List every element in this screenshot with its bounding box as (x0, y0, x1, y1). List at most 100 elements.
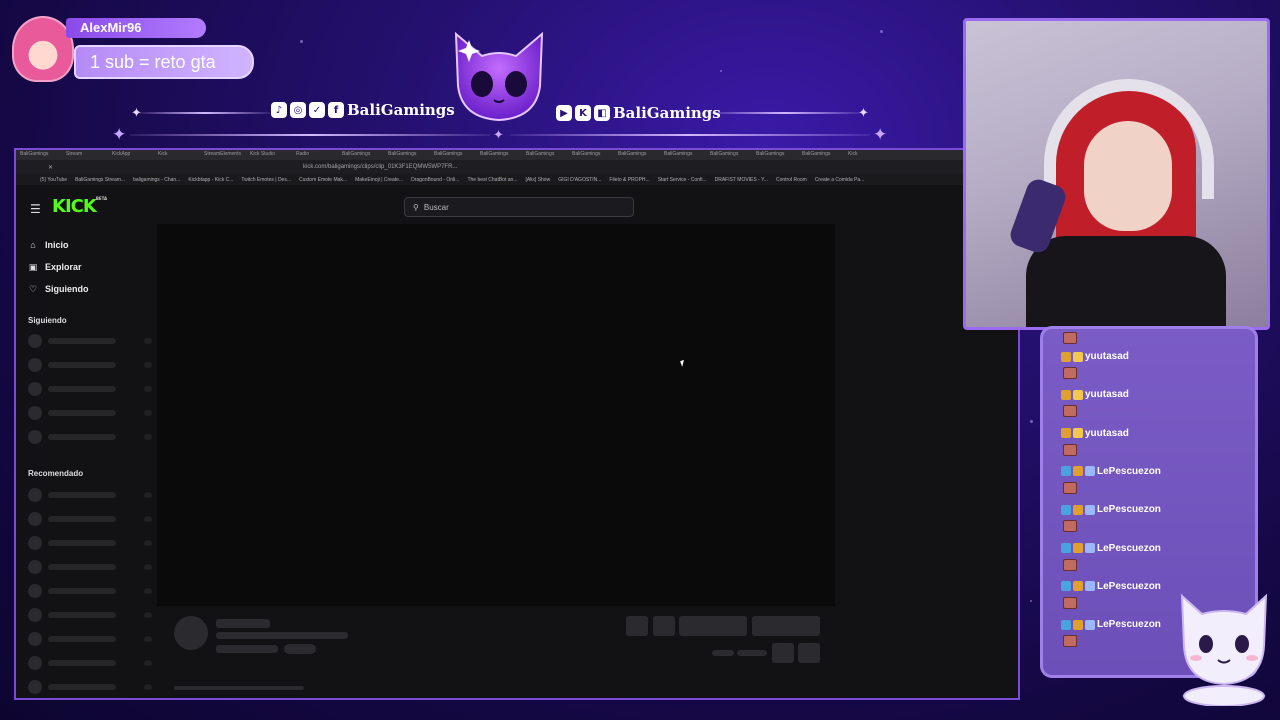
sidebar-item-explorar[interactable]: ▣ Explorar (28, 256, 89, 278)
chat-badge-icon (1085, 619, 1095, 630)
sidebar-item-inicio[interactable]: ⌂ Inicio (28, 234, 89, 256)
browser-tab[interactable]: Kick Studio (250, 151, 294, 159)
chat-message: LePescuezon (1061, 543, 1161, 554)
browser-tab[interactable]: BaliGamings (388, 151, 432, 159)
address-url[interactable]: kick.com/baligamings/clips/clip_01K3F1EQ… (303, 164, 457, 170)
channel-placeholder (28, 334, 152, 348)
menu-icon[interactable]: ☰ (30, 202, 41, 216)
skeleton-block (144, 492, 152, 498)
twitter-icon: ✓ (309, 102, 325, 118)
skeleton-block (28, 680, 42, 694)
skeleton-block (28, 656, 42, 670)
browser-tab[interactable]: BaliGamings (342, 151, 386, 159)
banner-line (510, 134, 870, 136)
social-right: ▶ K ◧ BaliGamings (556, 104, 721, 122)
browser-tab[interactable]: BaliGamings (802, 151, 846, 159)
skeleton-block (28, 512, 42, 526)
bookmark-item[interactable]: Custom Emote Mak... (299, 177, 347, 183)
stat-placeholder (712, 650, 734, 656)
home-icon: ⌂ (30, 240, 36, 250)
bookmark-item[interactable]: BaliGamings Stream... (75, 177, 125, 183)
channel-avatar-placeholder (174, 616, 208, 650)
browser-tab[interactable]: BaliGamings (434, 151, 478, 159)
bookmark-item[interactable]: baligamings - Chan... (133, 177, 180, 183)
browser-tab[interactable]: BaliGamings (480, 151, 524, 159)
mouse-cursor-icon (680, 359, 688, 367)
skeleton-block (28, 536, 42, 550)
skeleton-block (28, 406, 42, 420)
browser-tab-strip: BaliGamings Stream KickApp Kick StreamElemen… (16, 150, 1018, 160)
reload-icon[interactable]: ✕ (48, 164, 53, 171)
video-player[interactable] (157, 224, 835, 606)
bookmark-item[interactable]: Create a Comida Pa... (815, 177, 864, 183)
address-bar[interactable]: ✕ kick.com/baligamings/clips/clip_01K3F1… (16, 160, 1018, 174)
kick-logo[interactable]: KICKBETA (52, 196, 107, 217)
skeleton-block (48, 636, 116, 642)
sidebar-item-siguiendo[interactable]: ♡ Siguiendo (28, 278, 89, 300)
skeleton-block (28, 488, 42, 502)
skeleton-block (144, 338, 152, 344)
chat-badge-icon (1061, 619, 1071, 630)
action-button-placeholder (798, 643, 820, 663)
bookmark-item[interactable]: DRAFIST MOVIES - Y... (715, 177, 768, 183)
browser-tab[interactable]: Stream (66, 151, 110, 159)
chat-badge-icon (1061, 581, 1071, 592)
bookmark-item[interactable]: Start Service - Confi... (658, 177, 707, 183)
bookmark-item[interactable]: The best ChatBot an... (467, 177, 517, 183)
browser-tab[interactable]: Radio (296, 151, 340, 159)
bookmark-item[interactable]: Kickbtapp - Kick C... (188, 177, 233, 183)
kick-header: ☰ KICKBETA ⚲ Buscar (16, 186, 1018, 220)
bookmark-item[interactable]: Fileto & PROPH... (609, 177, 649, 183)
webcam-streamer (1026, 236, 1226, 327)
browser-tab[interactable]: BaliGamings (710, 151, 754, 159)
browser-tab[interactable]: BaliGamings (20, 151, 64, 159)
skeleton-block (48, 588, 116, 594)
bookmark-item[interactable]: [Alix] Show (525, 177, 550, 183)
sidebar-item-label: Explorar (45, 262, 82, 272)
browser-tab[interactable]: BaliGamings (664, 151, 708, 159)
compass-icon: ▣ (28, 261, 38, 272)
skeleton-block (144, 660, 152, 666)
social-handle-left: BaliGamings (347, 101, 455, 119)
bookmark-item[interactable]: MakeEmoji | Create... (355, 177, 403, 183)
action-button-placeholder (772, 643, 794, 663)
stat-placeholder (737, 650, 767, 656)
description-placeholder (174, 686, 304, 690)
chat-emote-icon (1063, 405, 1077, 418)
bookmark-item[interactable]: (5) YouTube (40, 177, 67, 183)
skeleton-block (144, 564, 152, 570)
bookmark-item[interactable]: GIGI D'AGOSTIN... (558, 177, 601, 183)
cat-mascot-icon (1180, 593, 1268, 706)
browser-tab[interactable]: BaliGamings (526, 151, 570, 159)
browser-tab[interactable]: BaliGamings (756, 151, 800, 159)
facebook-icon: f (328, 102, 344, 118)
skeleton-block (144, 684, 152, 690)
channel-placeholder (28, 584, 152, 598)
instagram-icon: ◎ (290, 102, 306, 118)
skeleton-block (144, 386, 152, 392)
bookmark-item[interactable]: Twitch Emotes | Des... (241, 177, 291, 183)
alert-username: AlexMir96 (66, 18, 206, 38)
browser-tab[interactable]: StreamElements (204, 151, 248, 159)
social-left: ♪ ◎ ✓ f BaliGamings (271, 101, 455, 119)
browser-tab[interactable]: Kick (848, 151, 892, 159)
chat-badge-icon (1073, 389, 1083, 400)
bookmark-item[interactable]: DragonBound - Onli... (411, 177, 459, 183)
heart-icon: ♡ (28, 283, 38, 294)
skeleton-block (28, 560, 42, 574)
following-section-title: Siguiendo (28, 316, 67, 325)
browser-tab[interactable]: BaliGamings (618, 151, 662, 159)
decorative-dust (300, 40, 303, 43)
search-input[interactable]: ⚲ Buscar (404, 197, 634, 217)
chat-username: LePescuezon (1097, 465, 1161, 477)
search-icon: ⚲ (413, 202, 419, 212)
bookmark-item[interactable]: Control Room (776, 177, 807, 183)
decorative-dust (720, 70, 722, 72)
browser-tab[interactable]: KickApp (112, 151, 156, 159)
channel-placeholder (28, 430, 152, 444)
browser-tab[interactable]: Kick (158, 151, 202, 159)
chat-message: LePescuezon (1061, 504, 1161, 515)
chat-emote-icon (1063, 332, 1077, 344)
skeleton-block (144, 588, 152, 594)
browser-tab[interactable]: BaliGamings (572, 151, 616, 159)
